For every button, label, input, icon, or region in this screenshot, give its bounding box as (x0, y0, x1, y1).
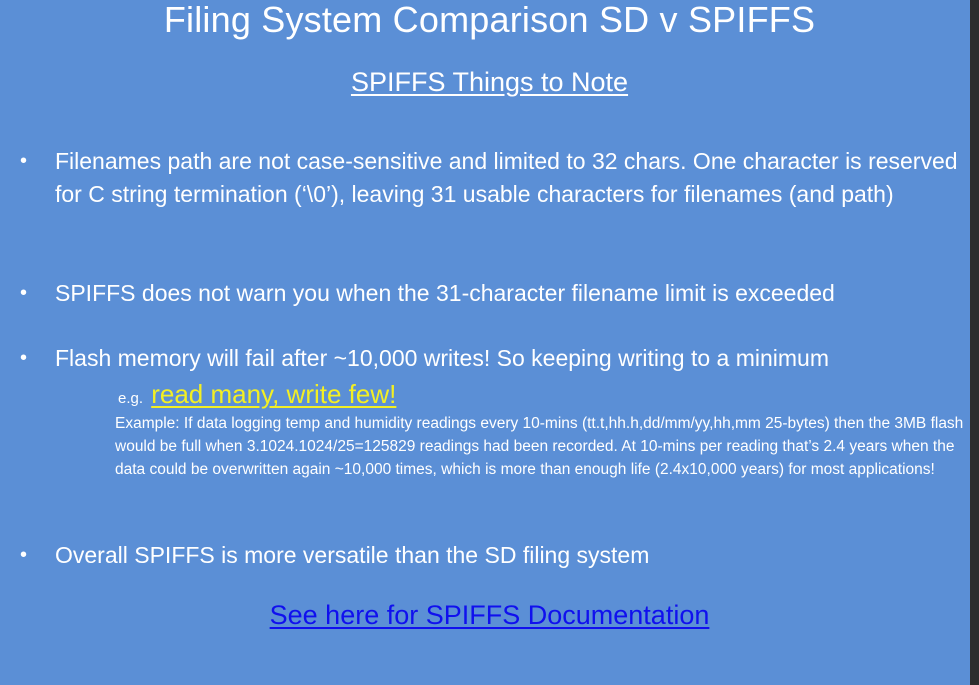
slide: Filing System Comparison SD v SPIFFS SPI… (0, 0, 979, 685)
slide-title: Filing System Comparison SD v SPIFFS (163, 0, 816, 40)
bullet-text: Flash memory will fail after ~10,000 wri… (55, 345, 829, 371)
example-paragraph: Example: If data logging temp and humidi… (115, 415, 964, 478)
doc-link-row: See here for SPIFFS Documentation (0, 597, 979, 633)
subtitle-text: SPIFFS Things to Note (350, 67, 629, 97)
bullet-item-flash-writes: • Flash memory will fail after ~10,000 w… (20, 342, 960, 375)
bullet-dot: • (20, 282, 28, 304)
eg-prefix: e.g. (118, 390, 144, 407)
spiffs-documentation-link[interactable]: See here for SPIFFS Documentation (270, 600, 710, 630)
eg-highlight: read many, write few! (151, 379, 397, 409)
bullet-text: Filenames path are not case-sensitive an… (55, 148, 958, 207)
bullet-item-filenames: • Filenames path are not case-sensitive … (20, 145, 960, 211)
bullet-dot: • (20, 544, 28, 566)
bullet-item-overall: • Overall SPIFFS is more versatile than … (20, 539, 960, 572)
eg-line: e.g. read many, write few! (118, 378, 396, 415)
bullet-dot: • (20, 347, 28, 369)
bullet-text: Overall SPIFFS is more versatile than th… (55, 542, 650, 568)
right-edge-border (970, 0, 979, 685)
bullet-dot: • (20, 150, 28, 172)
slide-subtitle: SPIFFS Things to Note (0, 65, 979, 99)
bullet-text: SPIFFS does not warn you when the 31-cha… (55, 280, 835, 306)
bullet-item-no-warning: • SPIFFS does not warn you when the 31-c… (20, 277, 960, 310)
